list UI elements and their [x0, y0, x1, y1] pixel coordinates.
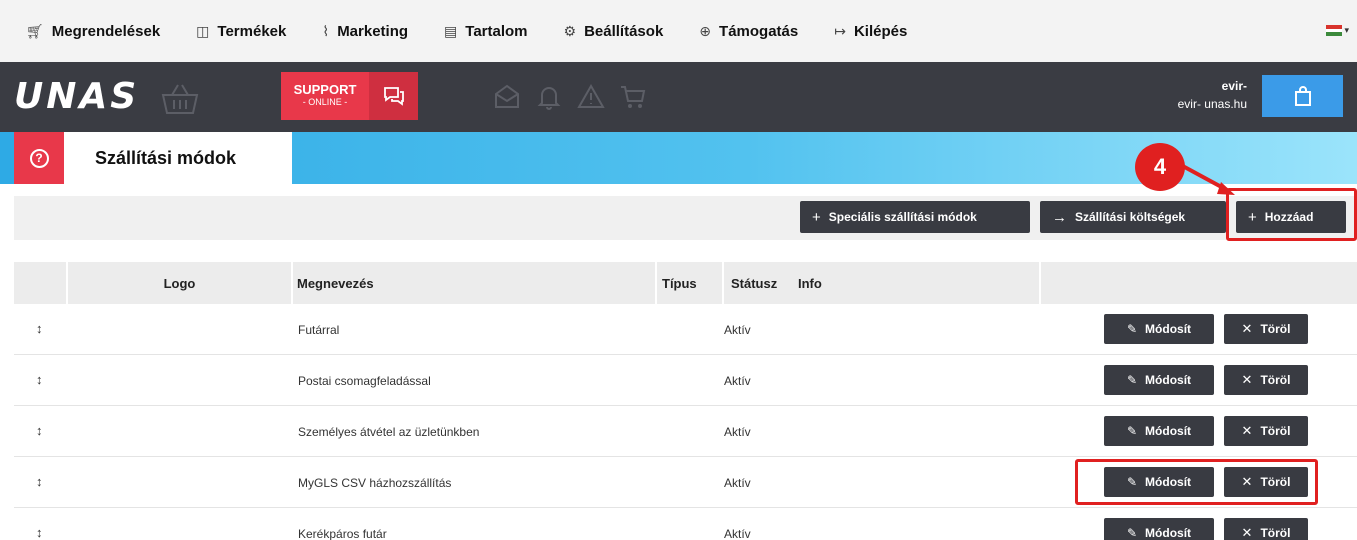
edit-button[interactable]: ✎ Módosít — [1104, 314, 1214, 344]
page-title: Szállítási módok — [64, 132, 292, 184]
top-navigation: 🛒︎ Megrendelések ◫ Termékek ⌇ Marketing ▤ Ta… — [0, 0, 1357, 62]
delete-button[interactable]: ✕ Töröl — [1224, 518, 1308, 540]
nav-label: Marketing — [337, 22, 409, 40]
shipping-mode-name: Futárral — [298, 323, 340, 337]
table-row: ↕ Futárral Aktív ✎ Módosít ✕ Töröl — [14, 304, 1357, 355]
drag-handle-icon[interactable]: ↕ — [36, 474, 43, 489]
delete-button[interactable]: ✕ Töröl — [1224, 416, 1308, 446]
user-email: evir- unas.hu — [1177, 97, 1247, 111]
nav-label: Kilépés — [853, 22, 908, 40]
edit-button[interactable]: ✎ Módosít — [1104, 365, 1214, 395]
nav-item-tartalom[interactable]: ▤ Tartalom — [444, 23, 527, 40]
status-text: Aktív — [724, 323, 751, 337]
close-icon: ✕ — [1241, 372, 1253, 387]
warning-icon[interactable] — [576, 82, 606, 112]
cart-icon[interactable] — [618, 82, 648, 112]
pencil-icon: ✎ — [1126, 424, 1138, 438]
user-info: evir- evir- unas.hu — [1178, 77, 1247, 113]
document-icon: ▤ — [444, 22, 458, 39]
bell-icon[interactable] — [534, 82, 564, 112]
header-icons — [492, 82, 660, 112]
app-header: UNAS SUPPORT - ONLINE - evir- evir- unas.… — [0, 62, 1357, 132]
drag-handle-icon[interactable]: ↕ — [36, 423, 43, 438]
row-actions-highlight — [1075, 459, 1318, 505]
hungarian-flag-icon — [1326, 25, 1343, 37]
close-icon: ✕ — [1241, 423, 1253, 438]
arrow-right-icon: → — [1052, 208, 1067, 226]
delete-button[interactable]: ✕ Töröl — [1224, 314, 1308, 344]
gear-icon: ⚙ — [563, 22, 577, 39]
pencil-icon: ✎ — [1126, 526, 1138, 540]
plus-icon: + — [812, 208, 821, 226]
shop-bag-button[interactable] — [1262, 75, 1343, 117]
shipping-costs-button[interactable]: → Szállítási költségek — [1040, 201, 1226, 233]
nav-item-kilepes[interactable]: ↦ Kilépés — [834, 23, 907, 40]
shopping-bag-icon — [1294, 86, 1311, 106]
pencil-icon: ✎ — [1126, 373, 1138, 387]
status-text: Aktív — [724, 476, 751, 490]
box-icon: ◫ — [196, 22, 210, 39]
column-header-logo: Logo — [68, 262, 293, 304]
nav-item-tamogatas[interactable]: ⊕ Támogatás — [699, 23, 798, 40]
table-row: ↕ Kerékpáros futár Aktív ✎ Módosít ✕ Töröl — [14, 508, 1357, 540]
nav-label: Beállítások — [584, 22, 664, 40]
column-header-info: Info — [798, 262, 1041, 304]
chart-icon: ⌇ — [322, 22, 330, 39]
basket-logo-icon — [161, 84, 199, 114]
drag-handle-icon[interactable]: ↕ — [36, 525, 43, 540]
unas-logo[interactable]: UNAS — [14, 76, 139, 117]
language-selector[interactable]: ▾ — [1326, 25, 1349, 37]
edit-button[interactable]: ✎ Módosít — [1104, 416, 1214, 446]
delete-button[interactable]: ✕ Töröl — [1224, 365, 1308, 395]
user-name: evir- — [1221, 79, 1247, 93]
column-header-type: Típus — [657, 262, 724, 304]
column-header-handle — [14, 262, 68, 304]
shipping-mode-name: Kerékpáros futár — [298, 527, 387, 540]
drag-handle-icon[interactable]: ↕ — [36, 372, 43, 387]
pencil-icon: ✎ — [1126, 322, 1138, 336]
column-header-name: Megnevezés — [293, 262, 657, 304]
drag-handle-icon[interactable]: ↕ — [36, 321, 43, 336]
action-toolbar: + Speciális szállítási módok → Szállítási … — [14, 196, 1357, 240]
nav-item-termekek[interactable]: ◫ Termékek — [196, 23, 286, 40]
column-header-actions — [1041, 262, 1357, 304]
shipping-mode-name: Postai csomagfeladással — [298, 374, 431, 388]
column-header-status: Státusz — [731, 275, 778, 291]
lifebuoy-icon: ⊕ — [699, 22, 712, 39]
nav-item-megrendelesek[interactable]: 🛒︎ Megrendelések — [26, 23, 160, 40]
table-row: ↕ Postai csomagfeladással Aktív ✎ Módosít… — [14, 355, 1357, 406]
status-text: Aktív — [724, 425, 751, 439]
mail-icon[interactable] — [492, 82, 522, 112]
nav-item-marketing[interactable]: ⌇ Marketing — [322, 23, 408, 40]
cart-icon: 🛒︎ — [26, 22, 44, 39]
close-icon: ✕ — [1241, 321, 1253, 336]
status-text: Aktív — [724, 374, 751, 388]
chevron-down-icon: ▾ — [1344, 25, 1349, 35]
nav-label: Támogatás — [719, 22, 799, 40]
logout-icon: ↦ — [834, 22, 846, 39]
status-text: Aktív — [724, 527, 751, 540]
support-online-button[interactable]: SUPPORT - ONLINE - — [281, 72, 418, 120]
close-icon: ✕ — [1241, 525, 1253, 540]
nav-label: Megrendelések — [51, 22, 161, 40]
add-button-highlight — [1226, 188, 1357, 241]
nav-label: Tartalom — [465, 22, 528, 40]
shipping-mode-name: Személyes átvétel az üzletünkben — [298, 425, 480, 439]
nav-label: Termékek — [217, 22, 287, 40]
table-row: ↕ Személyes átvétel az üzletünkben Aktív… — [14, 406, 1357, 457]
special-shipping-modes-button[interactable]: + Speciális szállítási módok — [800, 201, 1030, 233]
support-label: SUPPORT - ONLINE - — [293, 82, 357, 107]
help-button[interactable]: ? — [14, 132, 64, 184]
edit-button[interactable]: ✎ Módosít — [1104, 518, 1214, 540]
nav-item-beallitasok[interactable]: ⚙ Beállítások — [564, 23, 664, 40]
chat-icon — [369, 72, 418, 120]
question-icon: ? — [29, 148, 49, 168]
table-header: Logo Megnevezés Típus Státusz Info — [14, 262, 1357, 304]
shipping-mode-name: MyGLS CSV házhozszállítás — [298, 476, 452, 490]
